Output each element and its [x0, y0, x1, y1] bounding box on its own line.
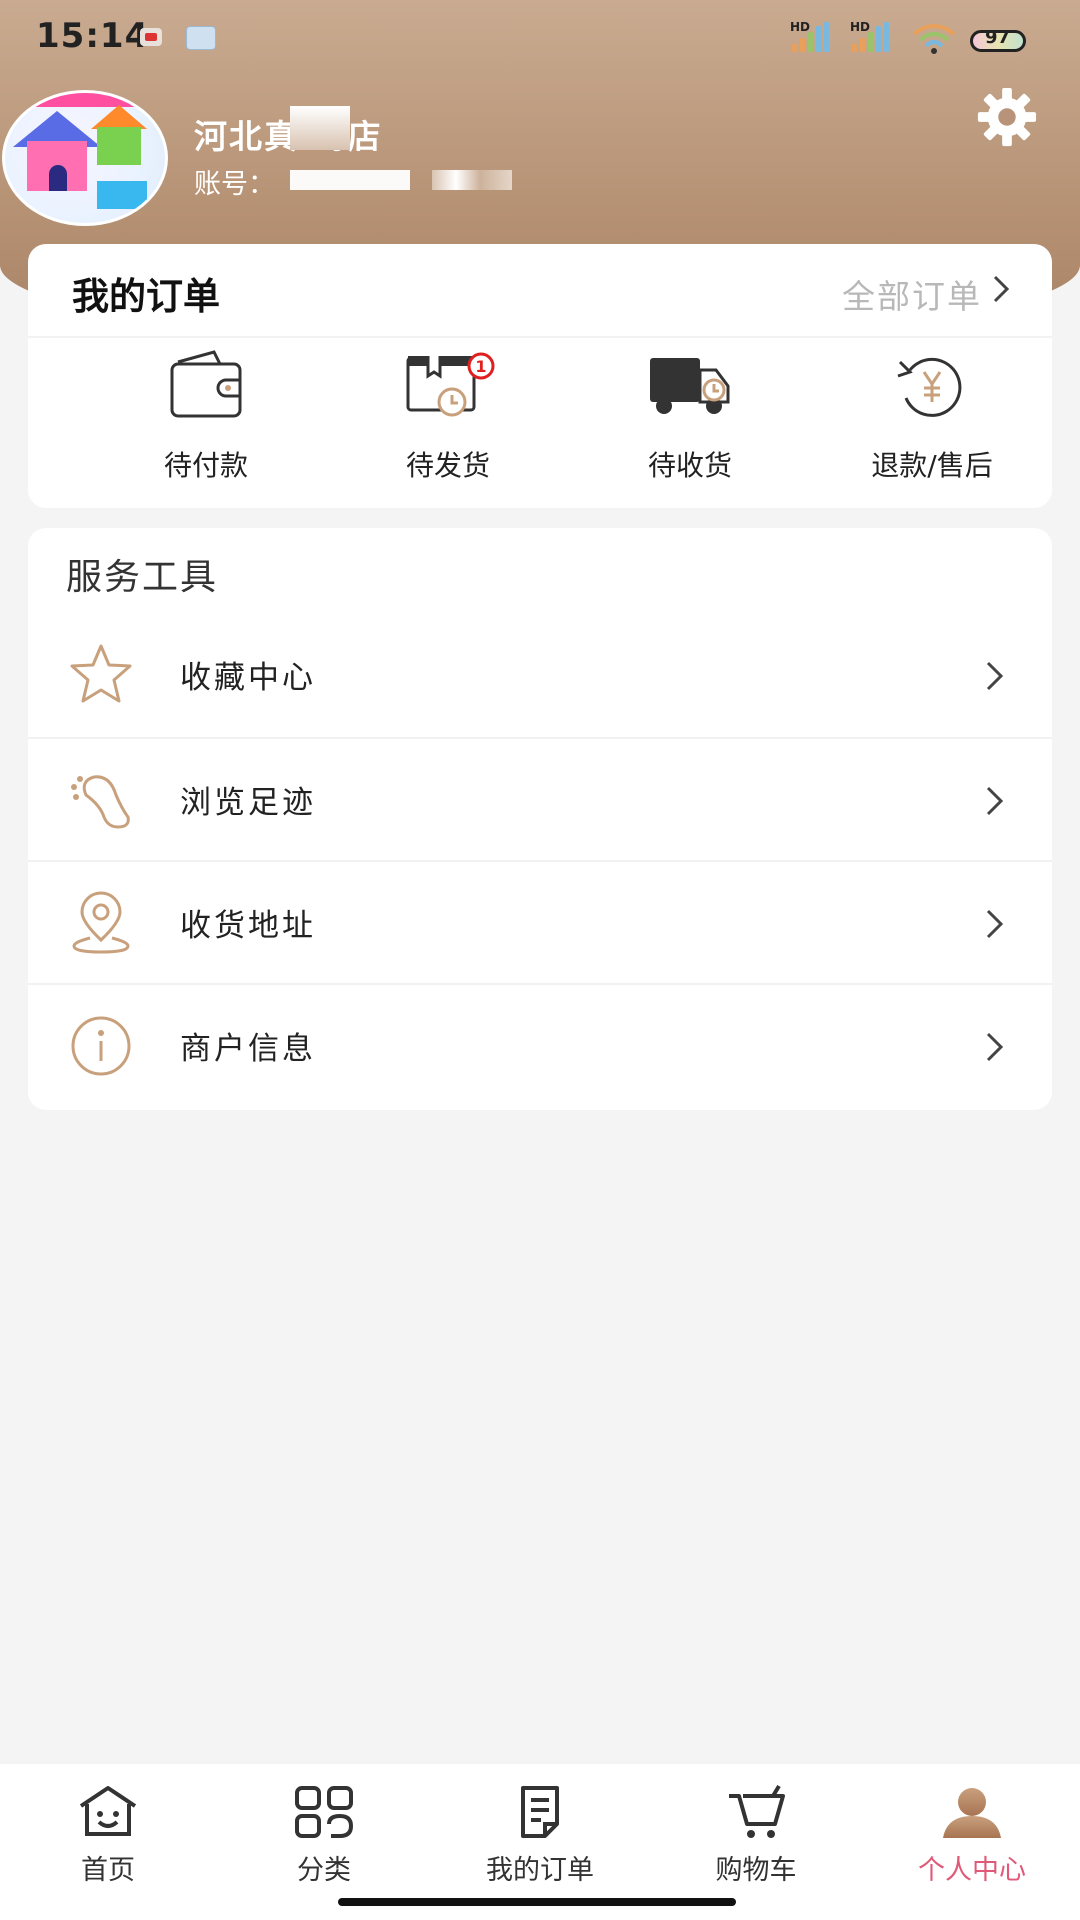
message-notification-icon	[186, 26, 216, 50]
refund-yen-icon	[897, 357, 962, 417]
notification-app-icon	[140, 28, 162, 46]
delivery-truck-icon	[650, 358, 730, 414]
chevron-right-icon	[986, 786, 1004, 816]
home-icon	[79, 1786, 137, 1836]
tab-label: 首页	[81, 1855, 135, 1886]
signal-strength-icon-2	[852, 22, 889, 52]
orders-title: 我的订单	[72, 275, 220, 318]
wifi-icon	[912, 24, 956, 54]
status-time: 15:14	[36, 16, 150, 56]
footprint-icon	[71, 775, 130, 829]
home-indicator[interactable]	[338, 1898, 736, 1906]
cart-icon	[729, 1784, 785, 1838]
bottom-tab-bar: 首页 分类 我的订单 购物车 个人中心	[0, 1764, 1080, 1920]
order-refund-aftersale[interactable]: 退款/售后	[832, 348, 1032, 488]
order-pending-shipment[interactable]: 1 待发货	[348, 348, 548, 488]
tool-label: 浏览足迹	[180, 785, 316, 821]
tools-title: 服务工具	[66, 557, 219, 598]
account-redaction-2	[432, 170, 512, 190]
info-icon	[71, 1016, 131, 1076]
tool-merchant-info[interactable]: 商户信息	[28, 983, 1052, 1106]
account-redaction	[290, 170, 410, 190]
account-label: 账号：	[194, 169, 275, 200]
tab-label: 个人中心	[918, 1855, 1026, 1886]
battery-level: 97	[985, 27, 1011, 48]
service-tools-card: 服务工具 收藏中心 浏览足迹 收货地址 商户信息	[28, 528, 1052, 1110]
order-item-label: 待付款	[163, 449, 248, 482]
order-list-icon	[521, 1786, 559, 1838]
chevron-right-icon	[986, 909, 1004, 939]
tab-label: 购物车	[715, 1855, 797, 1886]
star-icon	[70, 644, 132, 703]
category-icon	[295, 1786, 354, 1838]
tab-label: 我的订单	[486, 1855, 594, 1886]
tool-label: 收货地址	[180, 908, 316, 944]
all-orders-link[interactable]: 全部订单	[842, 270, 982, 318]
tool-label: 商户信息	[180, 1031, 316, 1067]
signal-strength-icon	[792, 22, 829, 52]
order-pending-payment[interactable]: 待付款	[106, 348, 306, 488]
divider	[28, 336, 1052, 338]
my-orders-card: 我的订单 全部订单 待付款 1 待发货 待收货 退款/售后	[28, 244, 1052, 508]
avatar[interactable]	[2, 90, 168, 226]
tab-label: 分类	[297, 1855, 351, 1886]
order-item-label: 退款/售后	[871, 449, 993, 482]
chevron-right-icon	[986, 661, 1004, 691]
wallet-icon	[170, 350, 242, 418]
person-icon	[943, 1788, 1001, 1838]
order-item-label: 待发货	[405, 449, 490, 482]
tool-label: 收藏中心	[180, 660, 316, 696]
gear-icon[interactable]	[976, 86, 1038, 148]
status-bar: 15:14 HD HD 97	[0, 0, 1080, 76]
tool-favorites[interactable]: 收藏中心	[28, 614, 1052, 737]
tab-cart[interactable]: 购物车	[676, 1784, 836, 1904]
tab-category[interactable]: 分类	[244, 1784, 404, 1904]
chevron-right-icon	[986, 1032, 1004, 1062]
order-pending-receipt[interactable]: 待收货	[590, 348, 790, 488]
tab-home[interactable]: 首页	[28, 1784, 188, 1904]
location-pin-icon	[72, 891, 130, 954]
chevron-right-icon[interactable]	[986, 272, 1016, 306]
tab-my-orders[interactable]: 我的订单	[460, 1784, 620, 1904]
package-clock-icon: 1	[406, 352, 495, 417]
order-item-label: 待收货	[647, 449, 732, 482]
tab-personal-center[interactable]: 个人中心	[892, 1784, 1052, 1904]
pending-shipment-badge: 1	[475, 357, 486, 376]
store-name: 河北真 药店	[194, 117, 383, 156]
redaction-mask	[290, 106, 350, 150]
tool-shipping-address[interactable]: 收货地址	[28, 860, 1052, 983]
tool-browse-history[interactable]: 浏览足迹	[28, 737, 1052, 860]
